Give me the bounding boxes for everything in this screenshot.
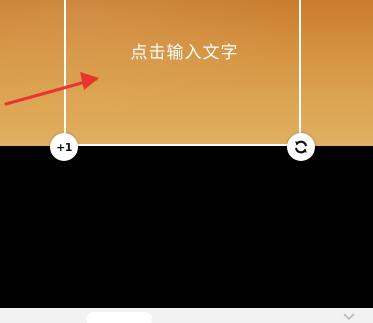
- photo-editor-canvas: 点击输入文字 +1: [0, 0, 373, 323]
- text-box[interactable]: 点击输入文字: [64, 0, 301, 146]
- bottom-toolbar: [0, 308, 373, 323]
- rotate-button[interactable]: [287, 133, 315, 161]
- chevron-icon[interactable]: [343, 312, 355, 322]
- duplicate-label: +1: [56, 140, 72, 154]
- text-box-placeholder[interactable]: 点击输入文字: [66, 42, 303, 64]
- canvas-empty-area: [0, 146, 373, 308]
- duplicate-button[interactable]: +1: [50, 133, 78, 161]
- rotate-icon: [295, 140, 307, 154]
- bottom-toolbar-tab[interactable]: [86, 312, 152, 323]
